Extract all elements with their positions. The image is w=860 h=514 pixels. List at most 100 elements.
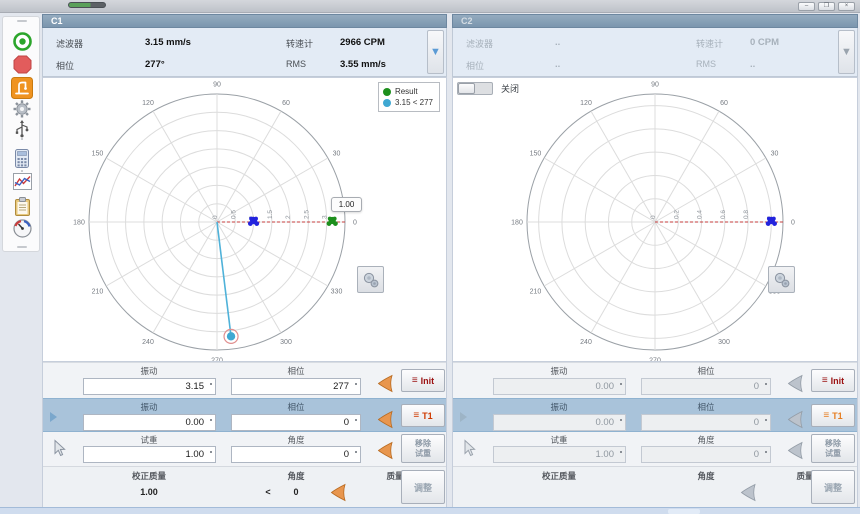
spinner-dot[interactable] <box>210 419 212 421</box>
filter-value: .. <box>555 37 560 48</box>
phase-value: .. <box>555 59 560 70</box>
toggle-label: 关闭 <box>501 82 519 95</box>
balancing-tool-icon[interactable] <box>11 77 33 99</box>
correction-mass-label: 校正质量 <box>514 470 604 482</box>
row-play-icon[interactable] <box>460 412 467 422</box>
spinner-dot[interactable] <box>210 383 212 385</box>
svg-text:30: 30 <box>333 151 341 158</box>
transfer-arrow-button[interactable] <box>377 374 394 393</box>
close-button[interactable]: × <box>838 2 855 11</box>
t1-phase-input[interactable] <box>231 414 361 431</box>
toggle-track[interactable] <box>457 82 493 95</box>
spinner-dot[interactable] <box>620 451 622 453</box>
svg-text:0.5: 0.5 <box>230 210 237 219</box>
init-row: 振动 相位 ≡Init <box>453 362 857 398</box>
chart-options-button[interactable] <box>357 266 384 293</box>
collapse-arrow-button[interactable]: ▼ <box>427 30 444 74</box>
transfer-arrow-button[interactable] <box>787 374 804 393</box>
trial-angle-input[interactable] <box>231 446 361 463</box>
trial-weight-input[interactable] <box>83 446 216 463</box>
filter-label: 滤波器 <box>466 37 493 50</box>
init-vibration-input[interactable] <box>493 378 626 395</box>
spinner-dot[interactable] <box>765 451 767 453</box>
cursor-pointer-icon[interactable] <box>52 439 66 457</box>
row-play-icon[interactable] <box>50 412 57 422</box>
spinner-dot[interactable] <box>355 451 357 453</box>
transfer-arrow-button[interactable] <box>377 410 394 429</box>
init-phase-input[interactable] <box>231 378 361 395</box>
svg-text:0.2: 0.2 <box>673 210 680 219</box>
trial-run-row[interactable]: 振动 相位 ≡T1 <box>43 398 446 432</box>
collapse-arrow-button[interactable]: ▼ <box>838 30 855 74</box>
spinner-dot[interactable] <box>620 383 622 385</box>
bottom-status-strip <box>0 507 860 514</box>
trial-weight-input[interactable] <box>493 446 626 463</box>
channel-panel-c1: C1 滤波器 3.15 mm/s 转速计 2966 CPM 相位 277° RM… <box>42 14 447 507</box>
transfer-arrow-button[interactable] <box>787 441 804 460</box>
t1-button[interactable]: ≡T1 <box>401 404 445 427</box>
t1-button[interactable]: ≡T1 <box>811 404 855 427</box>
minimize-button[interactable]: – <box>798 2 815 11</box>
spinner-dot[interactable] <box>765 419 767 421</box>
zoom-layers-icon <box>361 270 381 290</box>
transfer-arrow-button[interactable] <box>330 483 347 502</box>
balancing-controls: 振动 相位 ≡Init 振动 相位 ≡T1 试重 角度 <box>452 362 858 507</box>
init-phase-input[interactable] <box>641 378 771 395</box>
bottom-tab-handle[interactable] <box>668 509 700 514</box>
svg-text:60: 60 <box>720 100 728 107</box>
record-icon[interactable] <box>11 30 33 52</box>
spinner-dot[interactable] <box>620 419 622 421</box>
spinner-dot[interactable] <box>765 383 767 385</box>
svg-text:120: 120 <box>142 100 154 107</box>
legend-result-label: Result <box>395 86 418 97</box>
svg-text:240: 240 <box>580 339 592 346</box>
spinner-dot[interactable] <box>355 419 357 421</box>
trial-angle-input[interactable] <box>641 446 771 463</box>
tacho-value: 2966 CPM <box>340 37 385 48</box>
init-button[interactable]: ≡Init <box>811 369 855 392</box>
svg-text:270: 270 <box>649 358 661 362</box>
svg-text:0.6: 0.6 <box>720 210 727 219</box>
svg-text:0: 0 <box>791 220 795 227</box>
transfer-arrow-button[interactable] <box>377 441 394 460</box>
toggle-thumb[interactable] <box>458 83 475 94</box>
svg-text:90: 90 <box>651 82 659 89</box>
cursor-pointer-icon[interactable] <box>462 439 476 457</box>
svg-text:240: 240 <box>142 339 154 346</box>
sidebar-grip[interactable] <box>17 20 27 22</box>
init-button[interactable]: ≡Init <box>401 369 445 392</box>
sidebar-grip[interactable] <box>17 246 27 248</box>
gauge-icon[interactable] <box>11 217 33 239</box>
t1-vibration-input[interactable] <box>493 414 626 431</box>
init-vibration-input[interactable] <box>83 378 216 395</box>
correction-mass-label: 校正质量 <box>104 470 194 482</box>
svg-text:90: 90 <box>213 82 221 89</box>
t1-phase-input[interactable] <box>641 414 771 431</box>
spinner-dot[interactable] <box>210 451 212 453</box>
transfer-arrow-button[interactable] <box>740 483 757 502</box>
phase-value: 277° <box>145 59 165 70</box>
trend-chart-icon[interactable] <box>11 170 33 192</box>
angle-label: 角度 <box>256 470 336 482</box>
chart-options-button[interactable] <box>768 266 795 293</box>
spinner-dot[interactable] <box>355 383 357 385</box>
usb-connector-icon[interactable] <box>11 117 33 139</box>
calculator-icon[interactable] <box>11 147 33 169</box>
svg-text:0: 0 <box>212 215 219 219</box>
remove-trial-weight-button[interactable]: 移除试重 <box>401 434 445 463</box>
correction-row: 校正质量 角度 质量 1.00 < 0 调整 <box>43 466 446 507</box>
adjust-button[interactable]: 调整 <box>811 470 855 504</box>
t1-vibration-input[interactable] <box>83 414 216 431</box>
transfer-arrow-button[interactable] <box>787 410 804 429</box>
adjust-button[interactable]: 调整 <box>401 470 445 504</box>
remove-trial-weight-button[interactable]: 移除试重 <box>811 434 855 463</box>
trial-run-row[interactable]: 振动 相位 ≡T1 <box>453 398 857 432</box>
restore-button[interactable]: ❐ <box>818 2 835 11</box>
svg-text:300: 300 <box>280 339 292 346</box>
title-bar[interactable]: – ❐ × <box>0 0 860 13</box>
report-clipboard-icon[interactable] <box>11 195 33 217</box>
correction-mass-value: 1.00 <box>109 487 189 497</box>
svg-text:2: 2 <box>285 215 292 219</box>
channel-toggle[interactable]: 关闭 <box>457 82 519 95</box>
stop-icon[interactable] <box>11 53 33 75</box>
